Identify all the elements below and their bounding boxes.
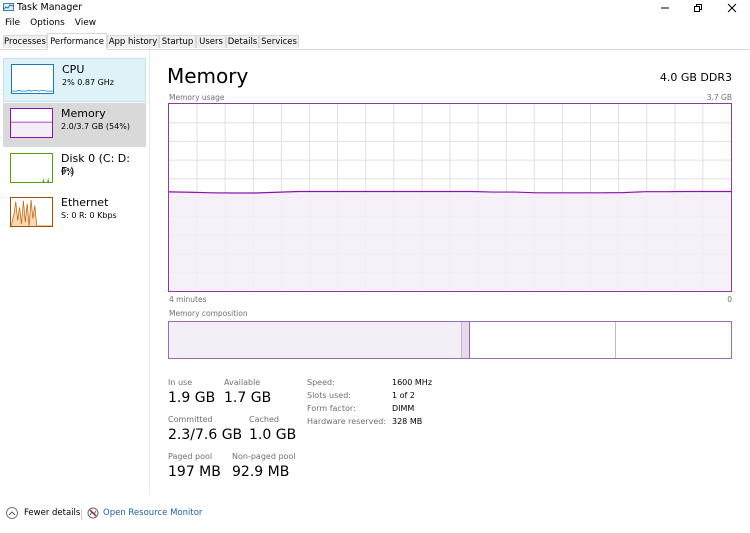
- time-axis-start: 4 minutes: [169, 295, 207, 304]
- menu-bar: File Options View: [0, 16, 101, 32]
- fewer-details-label: Fewer details: [24, 508, 81, 518]
- paged-pool-value: 197 MB: [168, 464, 221, 480]
- non-paged-pool-value: 92.9 MB: [232, 464, 290, 480]
- hardware-label: 4.0 GB DDR3: [659, 71, 732, 84]
- slots-used-value: 1 of 2: [392, 391, 415, 400]
- sidebar-item-value: 2% 0.87 GHz: [62, 78, 115, 87]
- tab-bar: Processes Performance App history Startu…: [0, 33, 750, 50]
- open-resource-monitor-link[interactable]: Open Resource Monitor: [87, 507, 202, 519]
- close-button[interactable]: [717, 0, 747, 16]
- form-factor-value: DIMM: [392, 404, 415, 413]
- composition-free[interactable]: [616, 322, 731, 358]
- restore-button[interactable]: [683, 0, 713, 16]
- memory-composition-label: Memory composition: [169, 309, 248, 318]
- sidebar-item-label: Memory: [61, 107, 106, 120]
- close-icon: [727, 3, 737, 13]
- title-bar: Task Manager: [0, 0, 750, 16]
- committed-value: 2.3/7.6 GB: [168, 427, 243, 443]
- in-use-label: In use: [168, 378, 193, 387]
- page-title: Memory: [167, 64, 249, 88]
- sidebar-item-disk[interactable]: Disk 0 (C: D: F:) 0%: [3, 148, 146, 192]
- memory-usage-graph: [168, 103, 732, 292]
- sidebar-item-value: 2.0/3.7 GB (54%): [61, 122, 130, 131]
- composition-in-use[interactable]: [169, 322, 462, 358]
- in-use-value: 1.9 GB: [168, 390, 216, 406]
- memory-composition-bar: [168, 321, 732, 359]
- tab-performance[interactable]: Performance: [47, 33, 107, 50]
- menu-file[interactable]: File: [0, 16, 25, 32]
- paged-pool-label: Paged pool: [168, 452, 213, 461]
- tab-details[interactable]: Details: [226, 35, 259, 48]
- slots-used-label: Slots used:: [307, 391, 351, 400]
- speed-value: 1600 MHz: [392, 378, 433, 387]
- memory-usage-max: 3.7 GB: [706, 93, 732, 102]
- cpu-thumbnail-graph: [11, 64, 54, 94]
- sidebar-item-value: S: 0 R: 0 Kbps: [61, 211, 117, 220]
- non-paged-pool-label: Non-paged pool: [232, 452, 296, 461]
- memory-thumbnail-graph: [10, 108, 53, 138]
- ethernet-thumbnail-graph: [10, 197, 53, 227]
- composition-standby[interactable]: [470, 322, 617, 358]
- chevron-up-icon: [6, 507, 18, 519]
- disk-thumbnail-graph: [10, 153, 53, 183]
- tab-processes[interactable]: Processes: [3, 35, 47, 48]
- tab-users[interactable]: Users: [196, 35, 226, 48]
- tab-services[interactable]: Services: [259, 35, 299, 48]
- cached-value: 1.0 GB: [249, 427, 297, 443]
- sidebar-item-cpu[interactable]: CPU 2% 0.87 GHz: [3, 58, 146, 102]
- composition-modified[interactable]: [461, 322, 471, 358]
- committed-label: Committed: [168, 415, 213, 424]
- tab-app-history[interactable]: App history: [107, 35, 159, 48]
- open-resource-monitor-label: Open Resource Monitor: [103, 508, 203, 518]
- resource-monitor-icon: [87, 507, 99, 519]
- hardware-reserved-value: 328 MB: [392, 417, 423, 426]
- task-manager-icon: [3, 3, 14, 11]
- memory-usage-area: [169, 191, 731, 291]
- sidebar-item-ethernet[interactable]: Ethernet S: 0 R: 0 Kbps: [3, 192, 146, 236]
- fewer-details-button[interactable]: Fewer details: [6, 507, 80, 519]
- sidebar-item-label: Ethernet: [61, 196, 109, 209]
- menu-options[interactable]: Options: [25, 16, 70, 32]
- minimize-icon: [661, 7, 669, 9]
- memory-usage-label: Memory usage: [169, 93, 225, 102]
- restore-icon: [694, 4, 702, 12]
- available-label: Available: [224, 378, 261, 387]
- footer: Fewer details Open Resource Monitor: [0, 505, 750, 525]
- sidebar-item-value: 0%: [61, 167, 74, 176]
- menu-view[interactable]: View: [70, 16, 101, 32]
- time-axis-end: 0: [727, 295, 732, 304]
- minimize-button[interactable]: [650, 0, 680, 16]
- form-factor-label: Form factor:: [307, 404, 356, 413]
- footer-divider: [81, 509, 82, 520]
- sidebar-item-memory[interactable]: Memory 2.0/3.7 GB (54%): [3, 103, 146, 147]
- hardware-reserved-label: Hardware reserved:: [307, 417, 387, 426]
- cached-label: Cached: [249, 415, 279, 424]
- sidebar: CPU 2% 0.87 GHz Memory 2.0/3.7 GB (54%) …: [0, 50, 150, 495]
- tab-startup[interactable]: Startup: [159, 35, 196, 48]
- available-value: 1.7 GB: [224, 390, 272, 406]
- sidebar-item-label: CPU: [62, 63, 85, 76]
- speed-label: Speed:: [307, 378, 335, 387]
- window-title: Task Manager: [17, 2, 83, 13]
